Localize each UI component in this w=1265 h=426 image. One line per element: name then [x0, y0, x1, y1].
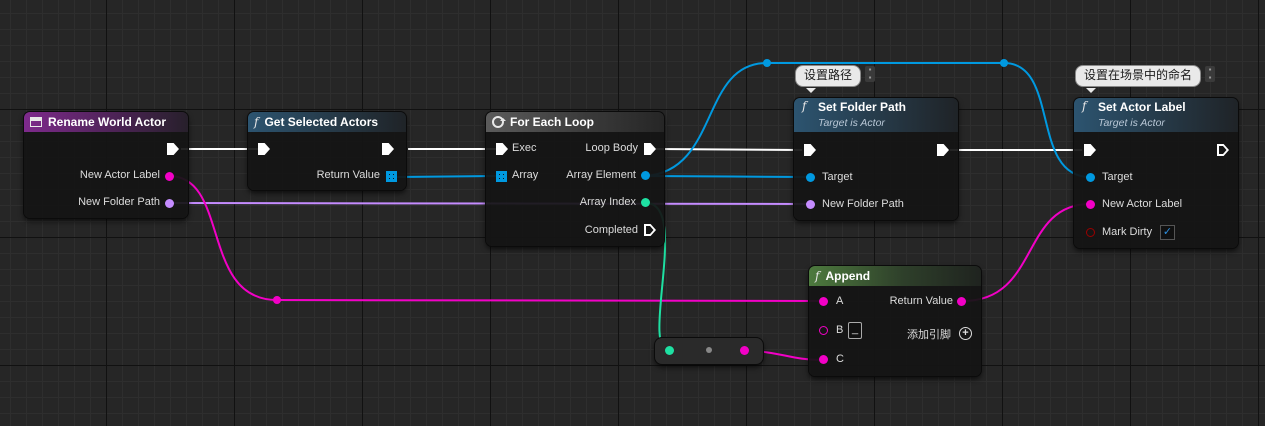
node-title: For Each Loop [510, 115, 594, 129]
int-to-string-conversion-node[interactable] [655, 338, 763, 364]
pin-label-new-folder-path: New Folder Path [78, 196, 160, 208]
function-icon: f [254, 115, 259, 129]
pin-label-array-element: Array Element [566, 169, 636, 181]
append-result-wire [962, 203, 1091, 302]
exec-wire-loop-to-folder [655, 148, 803, 151]
node-title: Set Folder Path [818, 100, 907, 114]
pin-label-new-folder-path: New Folder Path [822, 198, 904, 210]
rename-world-actor-node[interactable]: Rename World Actor New Actor Label New F… [24, 112, 188, 218]
mark-dirty-checkbox[interactable]: ✓ [1160, 225, 1175, 240]
new-folder-path-pin[interactable] [165, 199, 174, 208]
array-index-pin[interactable] [641, 198, 650, 207]
pin-label-return-value: Return Value [316, 169, 380, 181]
set-folder-path-comment[interactable]: 设置路径 [795, 65, 862, 93]
loop-body-exec-pin[interactable] [644, 143, 656, 155]
pin-label-mark-dirty: Mark Dirty [1102, 226, 1153, 238]
reroute-dot-2 [1000, 59, 1008, 67]
set-actor-label-comment[interactable]: 设置在场景中的命名 [1075, 65, 1202, 93]
reroute-dot-3 [273, 296, 281, 304]
a-pin[interactable] [819, 297, 828, 306]
new-actor-label-pin[interactable] [1086, 200, 1095, 209]
append-node[interactable]: f Append A Return Value B _ 添加引脚 + C [809, 266, 981, 376]
get-selected-actors-node[interactable]: f Get Selected Actors Return Value [248, 112, 406, 190]
pin-label-return-value: Return Value [889, 295, 953, 307]
mark-dirty-pin[interactable] [1086, 228, 1095, 237]
node-header[interactable]: Rename World Actor [24, 112, 188, 132]
conversion-in-pin[interactable] [665, 346, 674, 355]
array-element-pin[interactable] [641, 171, 650, 180]
function-icon: f [815, 269, 820, 283]
comment-pin-button[interactable]: ▪ ▪ [1205, 66, 1215, 82]
pin-label-exec: Exec [512, 142, 537, 154]
array-in-pin[interactable] [496, 171, 507, 182]
exec-out-pin[interactable] [167, 143, 179, 155]
loop-icon [492, 116, 506, 128]
node-title: Set Actor Label [1098, 100, 1186, 114]
pin-label-a: A [836, 295, 844, 307]
comment-pin-button[interactable]: ▪ ▪ [865, 66, 875, 82]
for-each-loop-node[interactable]: For Each Loop Exec Loop Body Array Array… [486, 112, 664, 246]
node-subtitle: Target is Actor [1098, 117, 1165, 129]
conversion-center-icon [706, 347, 712, 353]
node-subtitle: Target is Actor [818, 117, 885, 129]
exec-in-pin[interactable] [804, 144, 816, 156]
reroute-dot-1 [763, 59, 771, 67]
set-actor-label-node[interactable]: f Set Actor Label Target is Actor Target… [1074, 98, 1238, 248]
return-value-array-pin[interactable] [386, 171, 397, 182]
node-header[interactable]: f Set Folder Path Target is Actor [794, 98, 958, 132]
b-pin[interactable] [819, 326, 828, 335]
target-pin[interactable] [806, 173, 815, 182]
pin-label-array-index: Array Index [579, 196, 636, 208]
node-header[interactable]: f Append [809, 266, 981, 286]
exec-in-pin[interactable] [496, 143, 508, 155]
pin-label-new-actor-label: New Actor Label [79, 169, 160, 181]
new-actor-label-pin[interactable] [165, 172, 174, 181]
node-title: Append [825, 269, 871, 283]
pin-label-c: C [836, 353, 844, 365]
node-title: Rename World Actor [48, 115, 167, 129]
c-pin[interactable] [819, 355, 828, 364]
pin-label-b: B [836, 324, 844, 336]
exec-out-pin[interactable] [382, 143, 394, 155]
pin-label-loop-body: Loop Body [585, 142, 638, 154]
pin-label-array: Array [512, 169, 539, 181]
exec-in-pin[interactable] [1084, 144, 1096, 156]
node-header[interactable]: f Set Actor Label Target is Actor [1074, 98, 1238, 132]
node-header[interactable]: For Each Loop [486, 112, 664, 132]
exec-in-pin[interactable] [258, 143, 270, 155]
event-icon [30, 117, 42, 127]
b-value-input[interactable]: _ [848, 322, 862, 339]
node-header[interactable]: f Get Selected Actors [248, 112, 406, 132]
target-pin[interactable] [1086, 173, 1095, 182]
exec-out-pin[interactable] [937, 144, 949, 156]
pin-label-new-actor-label: New Actor Label [1102, 198, 1183, 210]
add-pin-icon[interactable]: + [959, 327, 972, 340]
return-value-pin[interactable] [957, 297, 966, 306]
completed-exec-pin[interactable] [644, 224, 656, 236]
pin-label-completed: Completed [584, 224, 638, 236]
new-folder-path-pin[interactable] [806, 200, 815, 209]
function-icon: f [802, 99, 807, 113]
node-title: Get Selected Actors [264, 115, 379, 129]
pin-label-target: Target [1102, 171, 1133, 183]
add-pin-label: 添加引脚 [907, 329, 951, 341]
set-folder-path-node[interactable]: f Set Folder Path Target is Actor Target… [794, 98, 958, 220]
pin-label-target: Target [822, 171, 853, 183]
element-wire-to-folder-target [645, 175, 811, 178]
exec-out-pin[interactable] [1217, 144, 1229, 156]
function-icon: f [1082, 99, 1087, 113]
array-wire [396, 175, 497, 178]
conversion-out-pin[interactable] [740, 346, 749, 355]
